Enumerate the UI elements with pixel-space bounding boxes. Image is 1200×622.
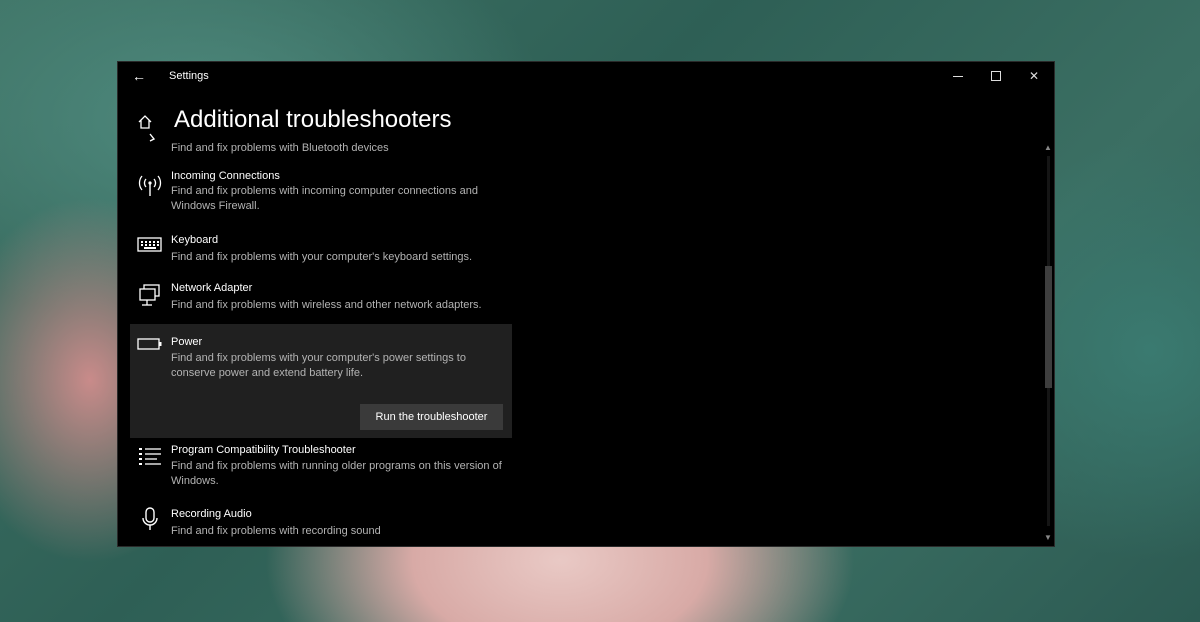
network-icon <box>137 284 163 308</box>
home-icon[interactable] <box>137 114 153 130</box>
item-description: Find and fix problems with running older… <box>171 460 502 487</box>
maximize-icon <box>991 71 1001 81</box>
window-title: Settings <box>169 70 209 82</box>
title-bar: ← Settings ✕ <box>118 62 1054 90</box>
close-icon: ✕ <box>1028 69 1040 83</box>
list-item-incoming-connections[interactable]: Incoming Connections Find and fix proble… <box>130 170 512 226</box>
page-title: Additional troubleshooters <box>174 106 452 133</box>
scroll-up-icon[interactable]: ▲ <box>1042 142 1054 154</box>
item-description: Find and fix problems with your computer… <box>171 251 473 263</box>
item-name: Program Compatibility Troubleshooter <box>171 444 356 456</box>
scroll-thumb[interactable] <box>1045 266 1052 388</box>
item-description: Find and fix problems with Bluetooth dev… <box>171 142 389 154</box>
close-button[interactable]: ✕ <box>1014 62 1054 90</box>
scrollbar[interactable]: ▲ ▼ <box>1042 142 1054 546</box>
list-item-power[interactable]: Power Find and fix problems with your co… <box>130 324 512 438</box>
item-name: Incoming Connections <box>171 170 280 182</box>
battery-icon <box>137 337 163 361</box>
maximize-button[interactable] <box>976 62 1016 90</box>
list-item-recording-audio[interactable]: Recording Audio Find and fix problems wi… <box>130 506 512 546</box>
item-name: Recording Audio <box>171 508 252 520</box>
list-item-bluetooth[interactable]: Find and fix problems with Bluetooth dev… <box>130 133 512 160</box>
antenna-icon <box>137 174 163 198</box>
list-item-keyboard[interactable]: Keyboard Find and fix problems with your… <box>130 234 512 274</box>
item-name: Keyboard <box>171 234 219 246</box>
item-name: Power <box>171 336 203 348</box>
minimize-icon <box>953 75 963 77</box>
minimize-button[interactable] <box>938 62 978 90</box>
settings-window: ← Settings ✕ Additional troubleshooters … <box>118 62 1054 546</box>
run-troubleshooter-button[interactable]: Run the troubleshooter <box>360 404 503 430</box>
list-item-network-adapter[interactable]: Network Adapter Find and fix problems wi… <box>130 282 512 322</box>
keyboard-icon <box>137 237 163 261</box>
item-description: Find and fix problems with incoming comp… <box>171 185 478 212</box>
scroll-down-icon[interactable]: ▼ <box>1042 532 1054 544</box>
item-description: Find and fix problems with your computer… <box>171 352 466 379</box>
microphone-icon <box>137 506 163 530</box>
back-arrow-icon[interactable]: ← <box>132 68 146 84</box>
list-item-program-compatibility[interactable]: Program Compatibility Troubleshooter Fin… <box>130 444 512 500</box>
list-icon <box>137 446 163 470</box>
bluetooth-icon <box>137 132 163 156</box>
item-description: Find and fix problems with recording sou… <box>171 525 381 537</box>
item-name: Network Adapter <box>171 282 253 294</box>
item-description: Find and fix problems with wireless and … <box>171 299 482 311</box>
